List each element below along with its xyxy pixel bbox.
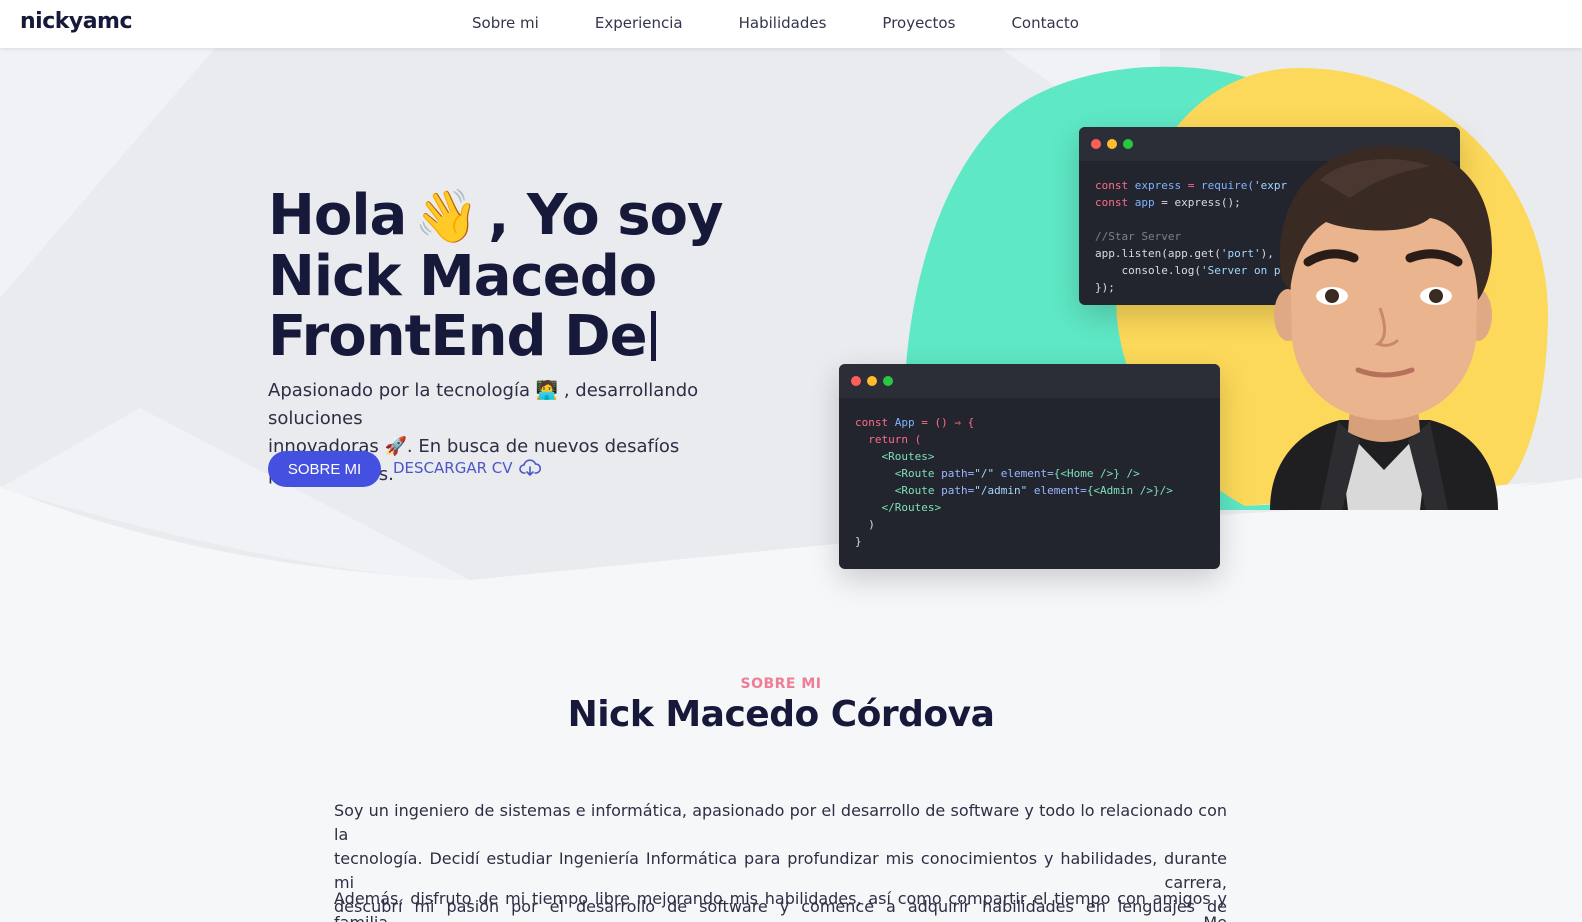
waving-hand-icon: 👋 [414,187,479,247]
maximize-dot-icon [883,376,893,386]
maximize-dot-icon [1123,139,1133,149]
nav-link-proyectos[interactable]: Proyectos [882,14,955,32]
nav-link-habilidades[interactable]: Habilidades [739,14,827,32]
hero-line-1: Hola 👋, Yo soy [268,183,724,248]
navbar: nickyamc Sobre mi Experiencia Habilidade… [0,0,1582,48]
nav-link-contacto[interactable]: Contacto [1011,14,1079,32]
hero-line-3: FrontEnd De [268,307,723,367]
site-logo[interactable]: nickyamc [20,9,133,34]
minimize-dot-icon [867,376,877,386]
minimize-dot-icon [1107,139,1117,149]
cloud-download-icon [518,459,541,476]
code-window-routes: const App = () ⇒ { return ( <Routes> <Ro… [839,364,1220,569]
code-snippet-routes: const App = () ⇒ { return ( <Routes> <Ro… [855,416,1173,548]
sobre-mi-button[interactable]: SOBRE MI [268,451,381,487]
download-cv-link[interactable]: DESCARGAR CV [393,459,541,477]
nav-link-experiencia[interactable]: Experiencia [595,14,683,32]
hero-line-2: Nick Macedo [268,244,657,309]
about-paragraph-2: Además, disfruto de mi tiempo libre mejo… [334,889,1227,922]
typing-caret [650,311,656,361]
close-dot-icon [851,376,861,386]
avatar-illustration [1270,145,1498,510]
hero-heading: Hola 👋, Yo soy Nick Macedo FrontEnd De [268,183,724,367]
close-dot-icon [1091,139,1101,149]
window-controls [839,364,1220,398]
about-eyebrow: SOBRE MI [740,676,822,692]
nav-link-sobre-mi[interactable]: Sobre mi [472,14,539,32]
nav-links: Sobre mi Experiencia Habilidades Proyect… [472,14,1135,32]
about-title: Nick Macedo Córdova [567,694,995,735]
